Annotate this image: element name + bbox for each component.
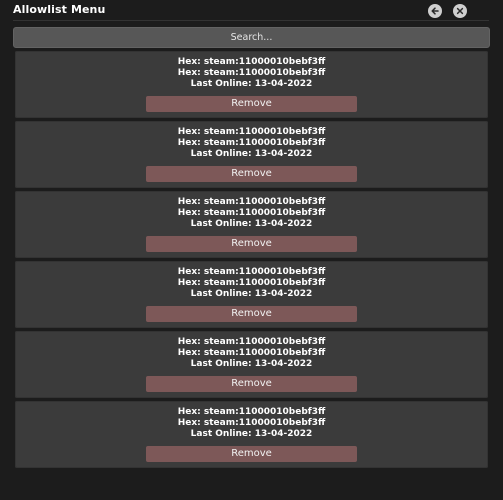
entry-hex: Hex: steam:11000010bebf3ff — [177, 337, 326, 347]
entry-hex-secondary: Hex: steam:11000010bebf3ff — [177, 138, 326, 148]
entry-hex: Hex: steam:11000010bebf3ff — [177, 197, 326, 207]
entry-hex-secondary: Hex: steam:11000010bebf3ff — [177, 348, 326, 358]
allowlist-window: Allowlist Menu Hex: steam:11000010bebf3f… — [0, 0, 503, 500]
entry-last-online: Last Online: 13-04-2022 — [190, 219, 313, 229]
entry-last-online: Last Online: 13-04-2022 — [190, 429, 313, 439]
entry-hex-secondary: Hex: steam:11000010bebf3ff — [177, 278, 326, 288]
entry-last-online: Last Online: 13-04-2022 — [190, 79, 313, 89]
entry-hex-secondary: Hex: steam:11000010bebf3ff — [177, 68, 326, 78]
entry-last-online: Last Online: 13-04-2022 — [190, 289, 313, 299]
back-button[interactable] — [428, 4, 442, 18]
close-button[interactable] — [453, 4, 467, 18]
allowlist-entries: Hex: steam:11000010bebf3ff Hex: steam:11… — [15, 51, 488, 471]
search-input[interactable] — [13, 27, 490, 48]
remove-button[interactable]: Remove — [146, 236, 357, 252]
entry-hex-secondary: Hex: steam:11000010bebf3ff — [177, 208, 326, 218]
entry-last-online: Last Online: 13-04-2022 — [190, 149, 313, 159]
allowlist-entry: Hex: steam:11000010bebf3ff Hex: steam:11… — [15, 261, 488, 328]
remove-button[interactable]: Remove — [146, 446, 357, 462]
remove-button[interactable]: Remove — [146, 96, 357, 112]
close-icon — [455, 6, 465, 16]
entry-hex: Hex: steam:11000010bebf3ff — [177, 127, 326, 137]
allowlist-entry: Hex: steam:11000010bebf3ff Hex: steam:11… — [15, 331, 488, 398]
allowlist-entry: Hex: steam:11000010bebf3ff Hex: steam:11… — [15, 401, 488, 468]
allowlist-entry: Hex: steam:11000010bebf3ff Hex: steam:11… — [15, 191, 488, 258]
window-title: Allowlist Menu — [13, 3, 106, 16]
allowlist-entry: Hex: steam:11000010bebf3ff Hex: steam:11… — [15, 51, 488, 118]
remove-button[interactable]: Remove — [146, 166, 357, 182]
title-bar: Allowlist Menu — [0, 0, 503, 22]
remove-button[interactable]: Remove — [146, 306, 357, 322]
entry-hex: Hex: steam:11000010bebf3ff — [177, 267, 326, 277]
entry-last-online: Last Online: 13-04-2022 — [190, 359, 313, 369]
entry-hex: Hex: steam:11000010bebf3ff — [177, 407, 326, 417]
title-divider — [13, 20, 489, 21]
arrow-left-icon — [430, 6, 440, 16]
allowlist-entry: Hex: steam:11000010bebf3ff Hex: steam:11… — [15, 121, 488, 188]
entry-hex: Hex: steam:11000010bebf3ff — [177, 57, 326, 67]
entry-hex-secondary: Hex: steam:11000010bebf3ff — [177, 418, 326, 428]
remove-button[interactable]: Remove — [146, 376, 357, 392]
